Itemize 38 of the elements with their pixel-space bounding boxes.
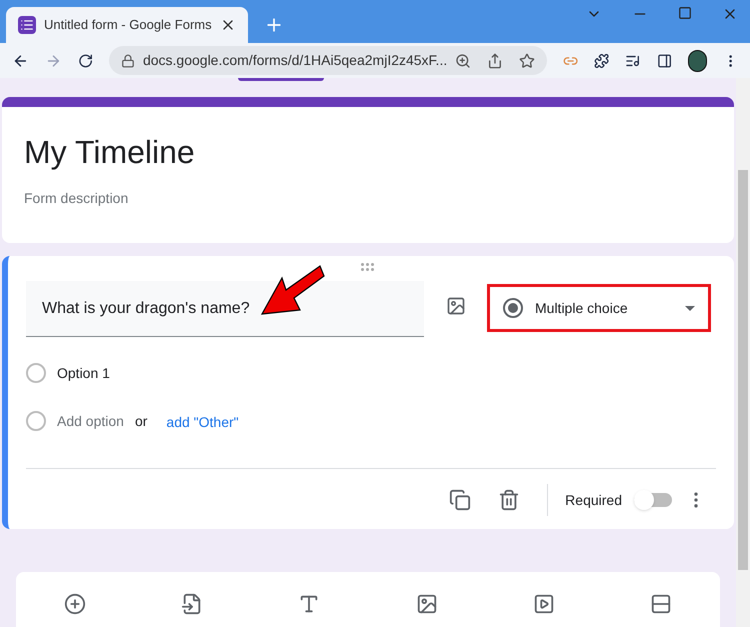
or-text: or <box>134 412 148 430</box>
tab-title: Untitled form - Google Forms <box>44 16 212 34</box>
zoom-icon[interactable] <box>455 52 472 68</box>
maximize-icon[interactable] <box>678 6 692 20</box>
duplicate-icon[interactable] <box>449 489 472 511</box>
add-video-icon[interactable] <box>532 592 555 614</box>
add-question-icon[interactable] <box>64 592 86 614</box>
add-other-link[interactable]: add "Other" <box>166 412 239 432</box>
side-panel-icon[interactable] <box>656 52 672 70</box>
url-text: docs.google.com/forms/d/1HAi5qea2mjI2z45xF... <box>142 51 448 70</box>
delete-icon[interactable] <box>498 489 520 511</box>
radio-button[interactable] <box>26 363 46 383</box>
browser-tab[interactable]: Untitled form - Google Forms <box>6 7 248 43</box>
required-toggle[interactable] <box>634 493 672 507</box>
radio-icon <box>503 298 523 318</box>
address-bar[interactable]: docs.google.com/forms/d/1HAi5qea2mjI2z45xF... <box>109 46 548 75</box>
dropdown-caret-icon <box>685 306 695 310</box>
image-icon[interactable] <box>446 296 466 316</box>
add-section-icon[interactable] <box>650 592 672 614</box>
question-field[interactable]: What is your dragon's name? <box>26 281 424 337</box>
radio-button[interactable] <box>26 411 46 431</box>
share-icon[interactable] <box>487 52 504 68</box>
option-label[interactable]: Option 1 <box>57 362 110 384</box>
add-option-field[interactable]: Add option <box>57 410 124 432</box>
extensions-icon[interactable] <box>594 52 610 70</box>
lock-icon <box>121 54 135 68</box>
form-title[interactable]: My Timeline <box>24 132 712 172</box>
reload-icon[interactable] <box>78 52 94 70</box>
import-icon[interactable] <box>180 592 203 614</box>
description-field[interactable]: Form description <box>24 188 712 209</box>
forms-icon <box>18 16 36 34</box>
scrollbar[interactable] <box>736 78 750 627</box>
star-icon[interactable] <box>519 52 536 68</box>
required-label: Required <box>565 490 622 510</box>
add-image-icon[interactable] <box>416 592 438 614</box>
avatar[interactable] <box>688 50 707 72</box>
question-type-dropdown[interactable]: Multiple choice <box>487 284 711 332</box>
drag-handle-icon[interactable] <box>361 263 374 271</box>
